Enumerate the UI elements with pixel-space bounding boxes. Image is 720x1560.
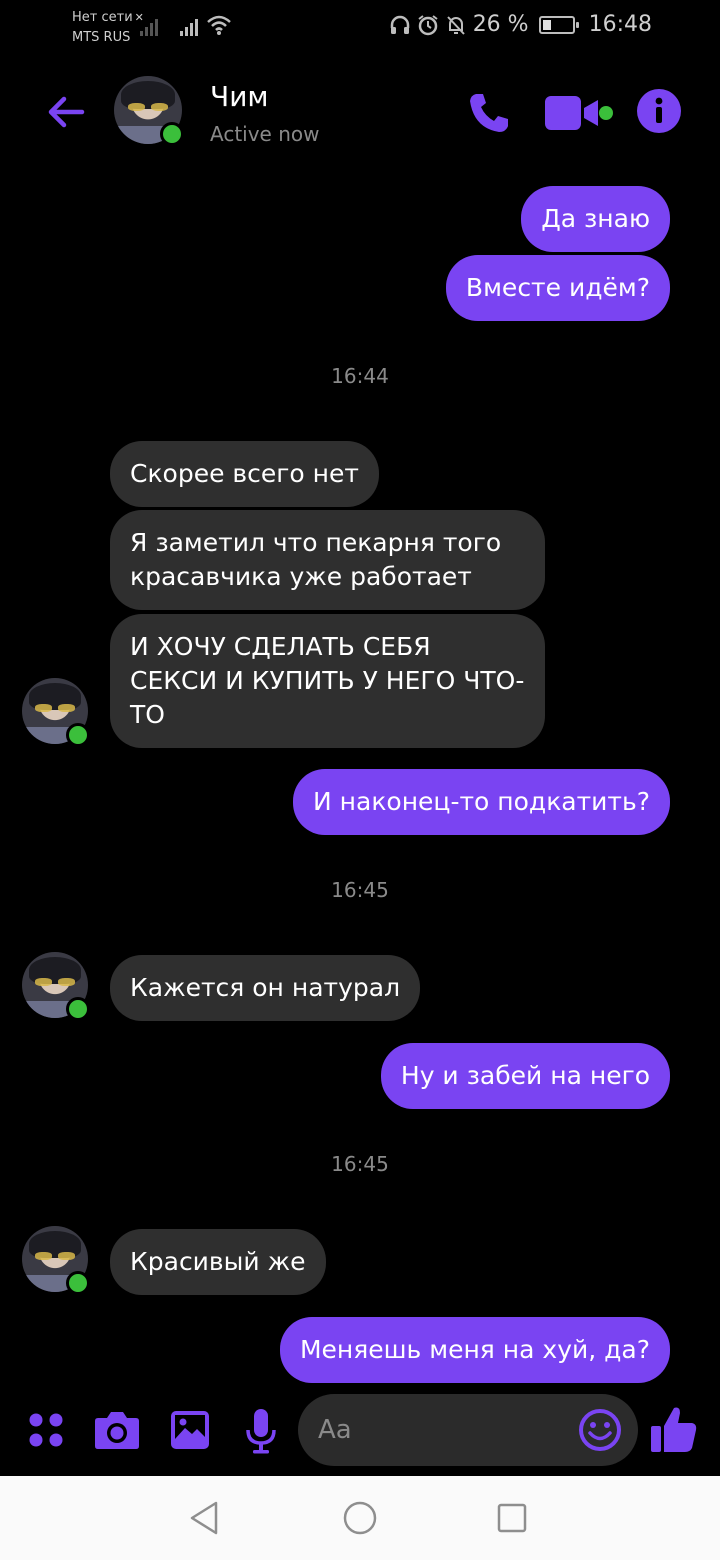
message-incoming[interactable]: И ХОЧУ СДЕЛАТЬ СЕБЯ СЕКСИ И КУПИТЬ У НЕГ… — [110, 614, 545, 748]
message-outgoing[interactable]: Ну и забей на него — [380, 1043, 670, 1109]
camera-icon[interactable] — [94, 1408, 140, 1450]
battery-percent: 26 % — [472, 12, 529, 37]
wifi-icon — [207, 15, 231, 35]
nav-home-icon[interactable] — [342, 1500, 378, 1536]
timestamp: 16:45 — [331, 878, 389, 902]
emoji-icon[interactable] — [578, 1408, 622, 1452]
signal-icon-2 — [180, 16, 198, 36]
apps-icon[interactable] — [28, 1412, 64, 1448]
carrier-line1: Нет сети — [72, 10, 133, 25]
timestamp: 16:44 — [331, 364, 389, 388]
message-input[interactable] — [318, 1410, 578, 1450]
contact-name[interactable]: Чим — [210, 80, 269, 113]
message-incoming[interactable]: Скорее всего нет — [110, 441, 379, 507]
nav-recents-icon[interactable] — [496, 1502, 528, 1534]
video-icon[interactable] — [544, 94, 616, 132]
thumbs-up-icon[interactable] — [650, 1404, 698, 1454]
message-outgoing[interactable]: И наконец-то подкатить? — [293, 769, 670, 835]
headphones-icon — [390, 15, 409, 34]
message-incoming[interactable]: Кажется он натурал — [110, 955, 421, 1021]
alarm-icon — [418, 14, 438, 35]
nav-back-icon[interactable] — [186, 1500, 222, 1536]
online-indicator — [66, 1271, 90, 1295]
microphone-icon[interactable] — [244, 1408, 278, 1454]
battery-level — [542, 19, 551, 30]
back-arrow-icon[interactable] — [44, 90, 88, 134]
contact-status: Active now — [210, 122, 320, 146]
battery-icon — [538, 15, 579, 34]
carrier-info: Нет сети ✕ MTS RUS — [72, 8, 144, 48]
carrier-line2: MTS RUS — [72, 30, 131, 45]
message-outgoing[interactable]: Меняешь меня на хуй, да? — [279, 1317, 670, 1383]
status-bar: Нет сети ✕ MTS RUS 26 % 16:48 — [0, 0, 720, 56]
message-list[interactable]: Да знаю Вместе идём? 16:44 Скорее всего … — [0, 170, 720, 1390]
online-indicator — [66, 997, 90, 1021]
status-right: 26 % 16:48 — [389, 12, 652, 37]
chat-header: Чим Active now — [0, 70, 720, 156]
message-incoming[interactable]: Я заметил что пекарня того красавчика уж… — [110, 510, 545, 610]
composer-bar — [0, 1392, 720, 1472]
phone-icon[interactable] — [466, 90, 512, 136]
timestamp: 16:45 — [331, 1152, 389, 1176]
message-incoming[interactable]: Красивый же — [110, 1229, 326, 1295]
online-indicator — [160, 122, 184, 146]
info-icon[interactable] — [636, 88, 682, 134]
clock: 16:48 — [588, 12, 652, 37]
system-nav-bar — [0, 1476, 720, 1560]
message-outgoing[interactable]: Да знаю — [521, 186, 670, 252]
online-indicator — [66, 723, 90, 747]
gallery-icon[interactable] — [170, 1410, 210, 1450]
mute-bell-icon — [446, 15, 465, 35]
signal-icon — [140, 16, 158, 36]
message-input-field[interactable] — [298, 1394, 638, 1466]
message-outgoing[interactable]: Вместе идём? — [445, 255, 670, 321]
